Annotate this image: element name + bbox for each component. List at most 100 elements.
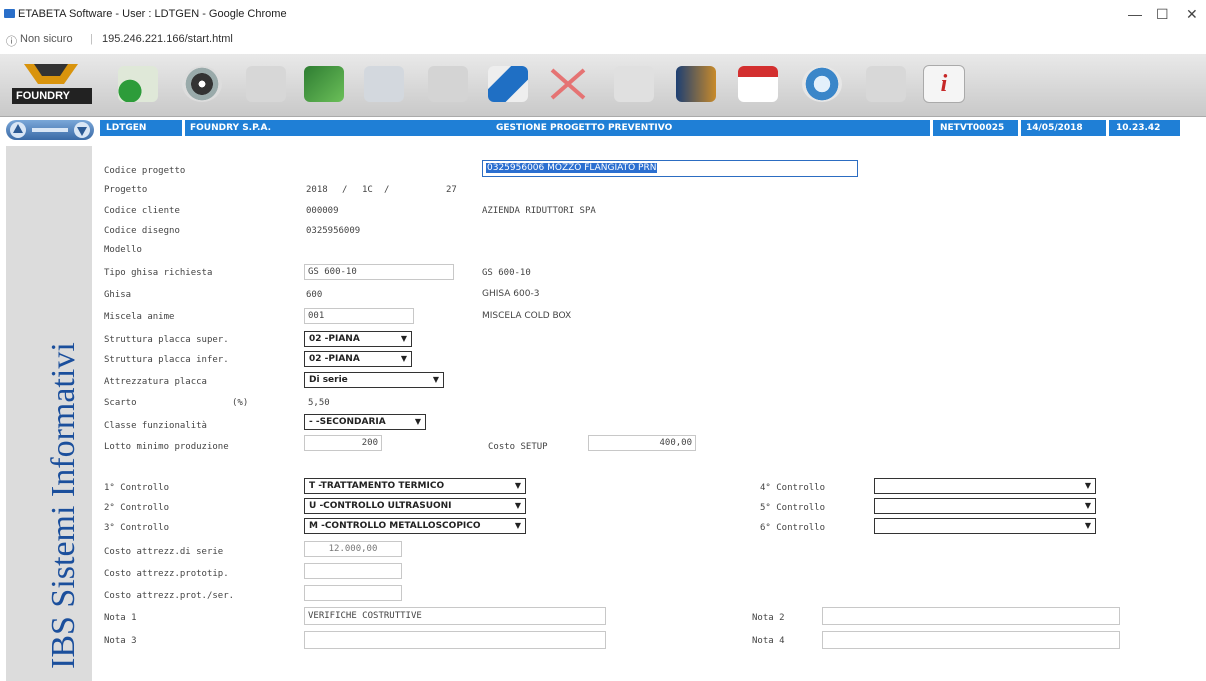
maximize-icon[interactable]: ☐	[1156, 6, 1169, 23]
brand-panel: IBS Sistemi Informativi	[6, 146, 92, 681]
address-bar[interactable]: ⓘ Non sicuro | 195.246.221.166/start.htm…	[0, 30, 1206, 50]
struttura-infer-select[interactable]: 02 -PIANA ▼	[304, 351, 412, 367]
header-user: LDTGEN	[106, 123, 147, 133]
text-icon[interactable]	[606, 60, 662, 108]
navigation-pill[interactable]	[6, 120, 94, 140]
toolbar: FOUNDRY i	[0, 54, 1206, 117]
label-controllo3: 3° Controllo	[104, 523, 170, 533]
tipo-ghisa-input[interactable]: GS 600-10	[304, 264, 454, 280]
nota2-input[interactable]	[822, 607, 1120, 625]
codice-cliente-value: 000009	[306, 206, 339, 216]
label-lotto: Lotto minimo produzione	[104, 442, 229, 452]
browser-title-bar: ETABETA Software - User : LDTGEN - Googl…	[0, 0, 1206, 30]
struttura-super-select[interactable]: 02 -PIANA ▼	[304, 331, 412, 347]
label-tipo-ghisa: Tipo ghisa richiesta	[104, 268, 213, 278]
label-controllo2: 2° Controllo	[104, 503, 170, 513]
pdf-icon[interactable]	[730, 60, 786, 108]
controllo3-select[interactable]: M -CONTROLLO METALLOSCOPICO ▼	[304, 518, 526, 534]
header-time: 10.23.42	[1116, 123, 1161, 133]
header-company: FOUNDRY S.P.A.	[190, 123, 272, 133]
info-icon[interactable]: ⓘ	[6, 33, 17, 49]
scarto-value: 5,50	[308, 398, 330, 408]
classe-select[interactable]: - -SECONDARIA ▼	[304, 414, 426, 430]
label-controllo5: 5° Controllo	[760, 503, 826, 513]
label-ghisa: Ghisa	[104, 290, 132, 300]
tipo-ghisa-desc: GS 600-10	[482, 268, 531, 278]
document-icon[interactable]	[238, 60, 294, 108]
label-struttura-super: Struttura placca super.	[104, 335, 229, 345]
progetto-sep1: /	[342, 185, 348, 195]
close-window-icon[interactable]: ✕	[1186, 6, 1198, 23]
foundry-logo-icon[interactable]: FOUNDRY	[2, 60, 102, 108]
program-code: NETVT00025	[940, 123, 1005, 133]
progetto-num: 27	[446, 185, 457, 195]
chevron-down-icon: ▼	[432, 375, 439, 384]
label-controllo6: 6° Controllo	[760, 523, 826, 533]
info-icon[interactable]: i	[916, 60, 972, 108]
header-date: 14/05/2018	[1026, 123, 1083, 133]
address-divider: |	[90, 33, 93, 45]
label-nota4: Nota 4	[752, 636, 785, 646]
scarto-unit: (%)	[232, 398, 249, 408]
exit-icon[interactable]	[296, 60, 352, 108]
label-struttura-infer: Struttura placca infer.	[104, 355, 229, 365]
miscela-input[interactable]: 001	[304, 308, 414, 324]
chevron-down-icon: ▼	[1084, 501, 1091, 510]
controllo1-select[interactable]: T -TRATTAMENTO TERMICO ▼	[304, 478, 526, 494]
label-controllo4: 4° Controllo	[760, 483, 826, 493]
codice-disegno-value: 0325956009	[306, 226, 361, 236]
label-costo-serie: Costo attrezz.di serie	[104, 547, 224, 557]
label-nota3: Nota 3	[104, 636, 137, 646]
label-attrezzatura: Attrezzatura placca	[104, 377, 207, 387]
nota4-input[interactable]	[822, 631, 1120, 649]
label-miscela: Miscela anime	[104, 312, 175, 322]
label-controllo1: 1° Controllo	[104, 483, 170, 493]
controllo5-select[interactable]: ▼	[874, 498, 1096, 514]
label-codice-disegno: Codice disegno	[104, 226, 180, 236]
controllo6-select[interactable]: ▼	[874, 518, 1096, 534]
attrezzatura-select[interactable]: Di serie ▼	[304, 372, 444, 388]
door-icon[interactable]	[668, 60, 724, 108]
window-title: ETABETA Software - User : LDTGEN - Googl…	[18, 8, 287, 20]
minimize-icon[interactable]: —	[1128, 6, 1142, 22]
costo-serie-input[interactable]: 12.000,00	[304, 541, 402, 557]
costo-prototip-input[interactable]	[304, 563, 402, 579]
codice-progetto-input[interactable]: 0325956006 MOZZO FLANGIATO PRN	[482, 160, 858, 177]
url-text[interactable]: 195.246.221.166/start.html	[102, 33, 233, 45]
calculator-icon[interactable]	[420, 60, 476, 108]
nota1-input[interactable]: VERIFICHE COSTRUTTIVE	[304, 607, 606, 625]
lotto-input[interactable]: 200	[304, 435, 382, 451]
chevron-down-icon: ▼	[1084, 521, 1091, 530]
progetto-tipo: 1C	[362, 185, 373, 195]
label-costo-setup: Costo SETUP	[488, 442, 548, 452]
cd-icon[interactable]	[174, 60, 230, 108]
label-nota1: Nota 1	[104, 613, 137, 623]
chevron-down-icon: ▼	[514, 481, 521, 490]
progetto-sep2: /	[384, 185, 390, 195]
keyboard-icon[interactable]	[858, 60, 914, 108]
refresh-icon[interactable]	[794, 60, 850, 108]
chevron-down-icon: ▼	[514, 521, 521, 530]
label-modello: Modello	[104, 245, 142, 255]
label-costo-protser: Costo attrezz.prot./ser.	[104, 591, 235, 601]
label-scarto: Scarto	[104, 398, 137, 408]
label-codice-cliente: Codice cliente	[104, 206, 180, 216]
label-nota2: Nota 2	[752, 613, 785, 623]
miscela-desc: MISCELA COLD BOX	[482, 311, 572, 321]
controllo2-select[interactable]: U -CONTROLLO ULTRASUONI ▼	[304, 498, 526, 514]
controllo4-select[interactable]: ▼	[874, 478, 1096, 494]
label-classe: Classe funzionalità	[104, 421, 207, 431]
security-status: Non sicuro	[20, 33, 73, 45]
close-x-icon[interactable]	[540, 60, 596, 108]
costo-protser-input[interactable]	[304, 585, 402, 601]
nota3-input[interactable]	[304, 631, 606, 649]
chevron-down-icon: ▼	[1084, 481, 1091, 490]
plug-icon[interactable]	[110, 60, 166, 108]
chevron-down-icon: ▼	[400, 334, 407, 343]
progetto-anno: 2018	[306, 185, 328, 195]
doc-icon[interactable]	[356, 60, 412, 108]
costo-setup-input[interactable]: 400,00	[588, 435, 696, 451]
search-tag-icon[interactable]	[480, 60, 536, 108]
label-codice-progetto: Codice progetto	[104, 166, 186, 176]
label-progetto: Progetto	[104, 185, 148, 195]
